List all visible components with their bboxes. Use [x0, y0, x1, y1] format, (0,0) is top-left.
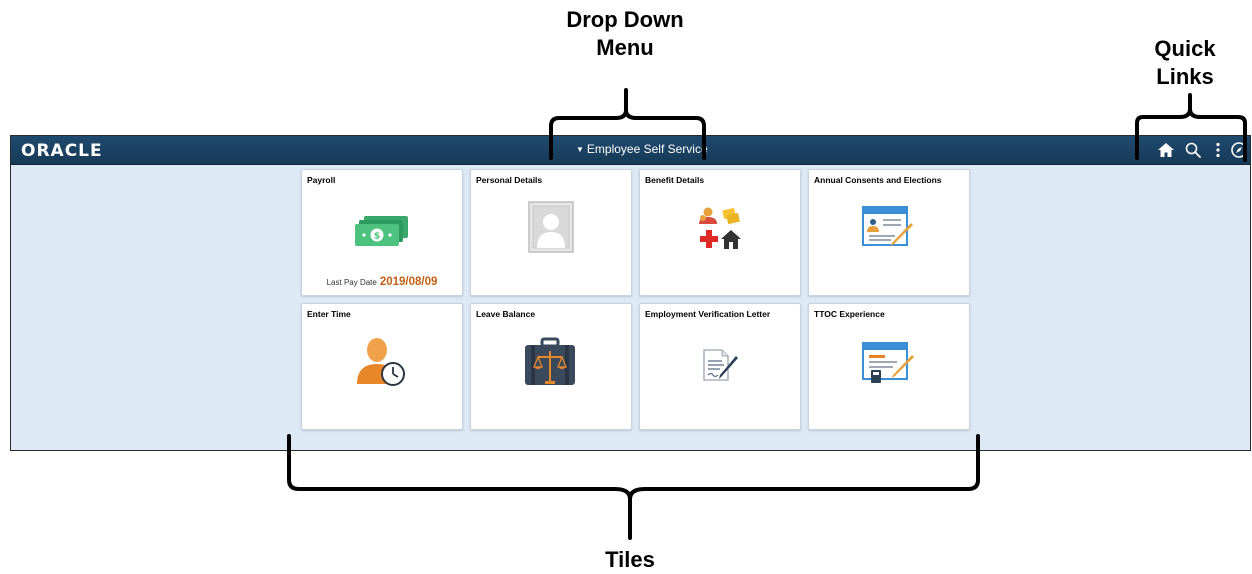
tile-title: Leave Balance [476, 309, 536, 319]
person-placeholder-icon [528, 201, 574, 253]
tile-title: Payroll [307, 175, 336, 185]
tile-title: Employment Verification Letter [645, 309, 771, 319]
tiles-annotation: Tiles [580, 546, 680, 574]
tile-payroll[interactable]: Payroll $ Last Pay Date 2019/08/09 [301, 169, 463, 296]
tile-annual-consents-and-elections[interactable]: Annual Consents and Elections [808, 169, 970, 296]
last-pay-date: Last Pay Date 2019/08/09 [302, 276, 462, 288]
tile-title: Personal Details [476, 175, 543, 185]
tile-employment-verification-letter[interactable]: Employment Verification Letter [639, 303, 801, 430]
quick-links-annotation-text: Quick Links [1154, 36, 1216, 89]
caret-down-icon: ▼ [576, 145, 584, 154]
tile-title: TTOC Experience [814, 309, 885, 319]
tile-title: Enter Time [307, 309, 351, 319]
homepage-drop-down-menu[interactable]: ▼ Employee Self Service [576, 142, 708, 156]
tile-ttoc-experience[interactable]: TTOC Experience [808, 303, 970, 430]
top-navigation-bar: ORACLE ▼ Employee Self Service [11, 136, 1250, 165]
tile-enter-time[interactable]: Enter Time [301, 303, 463, 430]
tile-leave-balance[interactable]: Leave Balance [470, 303, 632, 430]
search-icon[interactable] [1183, 140, 1203, 160]
letter-icon [703, 349, 738, 381]
quick-links-annotation: Quick Links [1130, 35, 1240, 91]
consent-form-icon [862, 206, 913, 246]
menu-label: Employee Self Service [586, 142, 708, 156]
tile-personal-details[interactable]: Personal Details [470, 169, 632, 296]
fluid-homepage: ORACLE ▼Employee Self Service Payroll $ [10, 135, 1251, 451]
briefcase-scales-icon [525, 337, 575, 385]
form-calculator-icon [862, 342, 914, 383]
drop-down-menu-annotation: Drop Down Menu [540, 6, 710, 62]
home-icon[interactable] [1156, 140, 1176, 160]
tile-title: Benefit Details [645, 175, 705, 185]
navbar-icon[interactable] [1229, 140, 1249, 160]
svg-text:$: $ [374, 232, 380, 242]
person-clock-icon [357, 338, 405, 386]
money-icon: $ [355, 216, 408, 246]
actions-menu-icon[interactable] [1208, 140, 1228, 160]
tiles-bracket [287, 434, 980, 540]
oracle-logo: ORACLE [21, 141, 103, 161]
tiles-annotation-text: Tiles [605, 547, 655, 572]
last-pay-date-value: 2019/08/09 [379, 276, 438, 288]
tile-title: Annual Consents and Elections [814, 175, 942, 185]
tile-benefit-details[interactable]: Benefit Details [639, 169, 801, 296]
last-pay-date-label: Last Pay Date [326, 278, 377, 287]
benefits-icon [699, 207, 741, 249]
drop-down-menu-annotation-text: Drop Down Menu [566, 7, 684, 60]
